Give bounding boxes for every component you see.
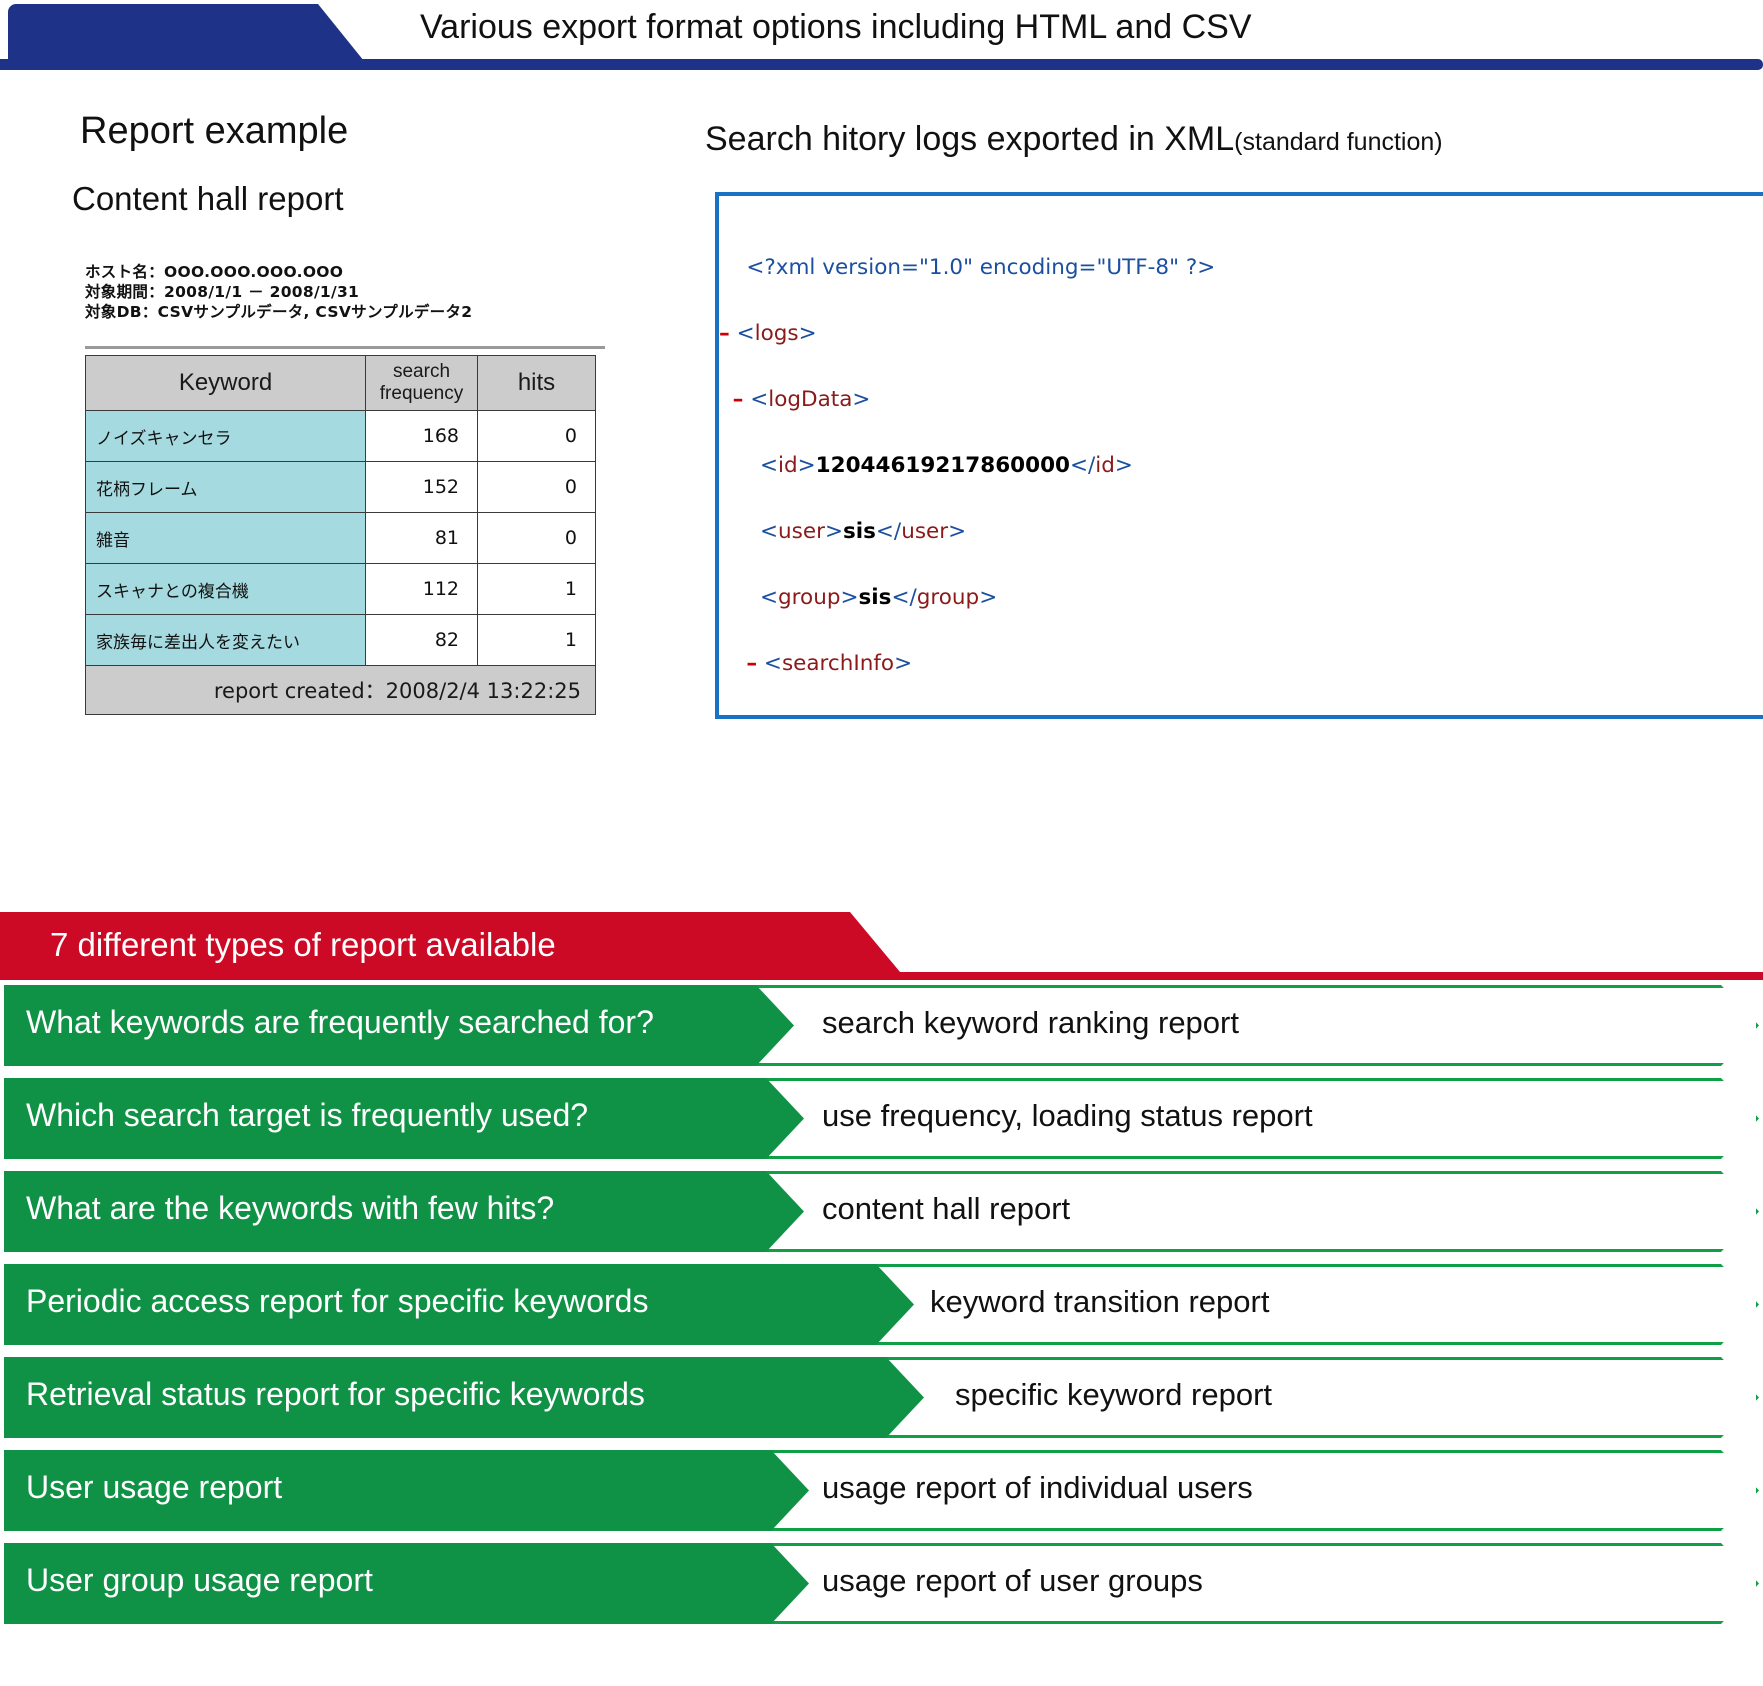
- column-header-hits: hits: [477, 355, 596, 411]
- xml-line-group: <group>sis</group>: [760, 585, 998, 610]
- banner-label: 7 different types of report available: [50, 926, 556, 963]
- meta-db: 対象DB：CSVサンプルデータ, CSVサンプルデータ2: [85, 303, 473, 321]
- report-type-row[interactable]: What keywords are frequently searched fo…: [0, 985, 1763, 1066]
- xml-line-id: <id>12044619217860000</id>: [760, 453, 1133, 478]
- table-footer-row: report created：2008/2/4 13:22:25: [85, 665, 596, 715]
- table-row: ノイズキャンセラ 168 0: [85, 410, 596, 462]
- content-hall-report-table: Keyword search frequency hits ノイズキャンセラ 1…: [85, 355, 596, 715]
- xml-code-box: <?xml version="1.0" encoding="UTF-8" ?> …: [715, 192, 1763, 719]
- cell-hits: 1: [477, 614, 596, 666]
- xml-code-listing: <?xml version="1.0" encoding="UTF-8" ?> …: [719, 196, 1763, 719]
- table-top-rule: [85, 346, 605, 349]
- cell-search-frequency: 81: [365, 512, 478, 564]
- report-type-answer: content hall report: [822, 1191, 1071, 1226]
- cell-hits: 0: [477, 461, 596, 513]
- report-type-row[interactable]: Periodic access report for specific keyw…: [0, 1264, 1763, 1345]
- report-type-answer: search keyword ranking report: [822, 1005, 1239, 1040]
- optional-extension-tab: [8, 4, 368, 66]
- column-header-search-frequency-line1: search: [392, 361, 451, 382]
- cell-search-frequency: 152: [365, 461, 478, 513]
- table-header-row: Keyword search frequency hits: [85, 355, 596, 411]
- cell-search-frequency: 112: [365, 563, 478, 615]
- column-header-search-frequency: search frequency: [365, 355, 478, 411]
- cell-keyword: スキャナとの複合機: [85, 563, 366, 615]
- content-hall-report-table-wrapper: Keyword search frequency hits ノイズキャンセラ 1…: [85, 346, 605, 715]
- report-type-row[interactable]: Which search target is frequently used? …: [0, 1078, 1763, 1159]
- report-type-question: User group usage report: [26, 1562, 373, 1598]
- xml-line-logs-open: – <logs>: [719, 321, 817, 346]
- column-header-keyword: Keyword: [85, 355, 366, 411]
- report-types-list: What keywords are frequently searched fo…: [0, 985, 1763, 1636]
- meta-period: 対象期間：2008/1/1 － 2008/1/31: [85, 283, 360, 301]
- cell-keyword: ノイズキャンセラ: [85, 410, 366, 462]
- table-row: 花柄フレーム 152 0: [85, 461, 596, 513]
- xml-value-user: sis: [842, 519, 876, 544]
- cell-hits: 1: [477, 563, 596, 615]
- table-row: スキャナとの複合機 112 1: [85, 563, 596, 615]
- report-type-question: Which search target is frequently used?: [26, 1097, 589, 1133]
- cell-search-frequency: 168: [365, 410, 478, 462]
- subsection-title-content-hall-report: Content hall report: [72, 180, 344, 217]
- report-type-question: User usage report: [26, 1469, 283, 1505]
- report-type-question: Retrieval status report for specific key…: [26, 1376, 645, 1412]
- xml-line-target: <target>CSVサンプルデータ</target>: [719, 713, 1763, 719]
- xml-panel-title: Search hitory logs exported in XML(stand…: [705, 120, 1443, 159]
- report-type-row[interactable]: User usage report usage report of indivi…: [0, 1450, 1763, 1531]
- xml-value-target: CSVサンプルデータ: [875, 717, 1073, 719]
- meta-host: ホスト名：OOO.OOO.OOO.OOO: [85, 263, 344, 281]
- section-title-report-example: Report example: [80, 110, 349, 152]
- column-header-search-frequency-line2: frequency: [379, 383, 464, 404]
- report-type-answer: keyword transition report: [930, 1284, 1270, 1319]
- xml-panel-title-main: Search hitory logs exported in XML: [705, 120, 1235, 158]
- report-type-row[interactable]: User group usage report usage report of …: [0, 1543, 1763, 1624]
- cell-keyword: 家族毎に差出人を変えたい: [85, 614, 366, 666]
- table-row: 雑音 81 0: [85, 512, 596, 564]
- report-type-question: Periodic access report for specific keyw…: [26, 1283, 649, 1319]
- page-header: optional extension Various export format…: [0, 0, 1763, 72]
- report-type-answer: usage report of user groups: [822, 1563, 1203, 1598]
- table-body: ノイズキャンセラ 168 0 花柄フレーム 152 0 雑音 81 0 スキャナ…: [85, 410, 596, 715]
- page-title: Various export format options including …: [420, 8, 1252, 46]
- report-metadata: ホスト名：OOO.OOO.OOO.OOO 対象期間：2008/1/1 － 200…: [85, 262, 472, 322]
- xml-line-user: <user>sis</user>: [760, 519, 967, 544]
- cell-hits: 0: [477, 512, 596, 564]
- report-created-timestamp: report created：2008/2/4 13:22:25: [85, 665, 596, 715]
- xml-line-searchinfo-open: – <searchInfo>: [746, 651, 913, 676]
- report-type-answer: specific keyword report: [955, 1377, 1273, 1412]
- report-type-row[interactable]: What are the keywords with few hits? con…: [0, 1171, 1763, 1252]
- cell-keyword: 花柄フレーム: [85, 461, 366, 513]
- table-row: 家族毎に差出人を変えたい 82 1: [85, 614, 596, 666]
- xml-value-group: sis: [858, 585, 892, 610]
- xml-panel-title-sub: (standard function): [1234, 128, 1443, 156]
- report-type-question: What keywords are frequently searched fo…: [26, 1004, 654, 1040]
- xml-line-declaration: <?xml version="1.0" encoding="UTF-8" ?>: [719, 255, 1216, 280]
- cell-search-frequency: 82: [365, 614, 478, 666]
- report-type-row[interactable]: Retrieval status report for specific key…: [0, 1357, 1763, 1438]
- report-types-banner: 7 different types of report available: [0, 912, 1763, 984]
- xml-value-id: 12044619217860000: [815, 453, 1070, 478]
- xml-line-logdata-open: – <logData>: [732, 387, 871, 412]
- report-type-question: What are the keywords with few hits?: [26, 1190, 555, 1226]
- report-type-answer: use frequency, loading status report: [822, 1098, 1313, 1133]
- report-type-answer: usage report of individual users: [822, 1470, 1253, 1505]
- cell-keyword: 雑音: [85, 512, 366, 564]
- cell-hits: 0: [477, 410, 596, 462]
